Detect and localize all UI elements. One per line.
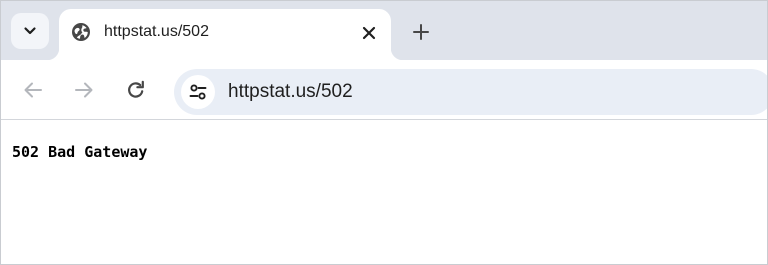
page-body-text: 502 Bad Gateway xyxy=(12,143,148,161)
back-button[interactable] xyxy=(19,76,47,104)
browser-window: httpstat.us/502 httpstat.us/502 502 Bad … xyxy=(0,0,768,265)
forward-button[interactable] xyxy=(70,76,98,104)
tab-strip: httpstat.us/502 xyxy=(1,1,767,60)
address-bar[interactable]: httpstat.us/502 xyxy=(174,69,767,115)
plus-icon xyxy=(413,24,429,40)
close-icon xyxy=(362,26,376,40)
forward-arrow-icon xyxy=(75,82,93,98)
tab-title: httpstat.us/502 xyxy=(104,23,209,40)
url-text[interactable]: httpstat.us/502 xyxy=(228,80,353,104)
tab-active[interactable]: httpstat.us/502 xyxy=(47,9,403,60)
reload-button[interactable] xyxy=(122,76,150,104)
back-arrow-icon xyxy=(24,82,42,98)
globe-icon xyxy=(72,23,90,41)
tab-search-button[interactable] xyxy=(11,13,49,49)
new-tab-button[interactable] xyxy=(406,17,436,47)
tune-icon xyxy=(189,84,207,100)
chevron-down-icon xyxy=(24,27,36,35)
site-info-button[interactable] xyxy=(181,75,215,109)
toolbar: httpstat.us/502 xyxy=(1,60,767,120)
reload-icon xyxy=(128,80,144,98)
tab-close-button[interactable] xyxy=(358,22,380,44)
page-content: 502 Bad Gateway xyxy=(1,121,767,264)
